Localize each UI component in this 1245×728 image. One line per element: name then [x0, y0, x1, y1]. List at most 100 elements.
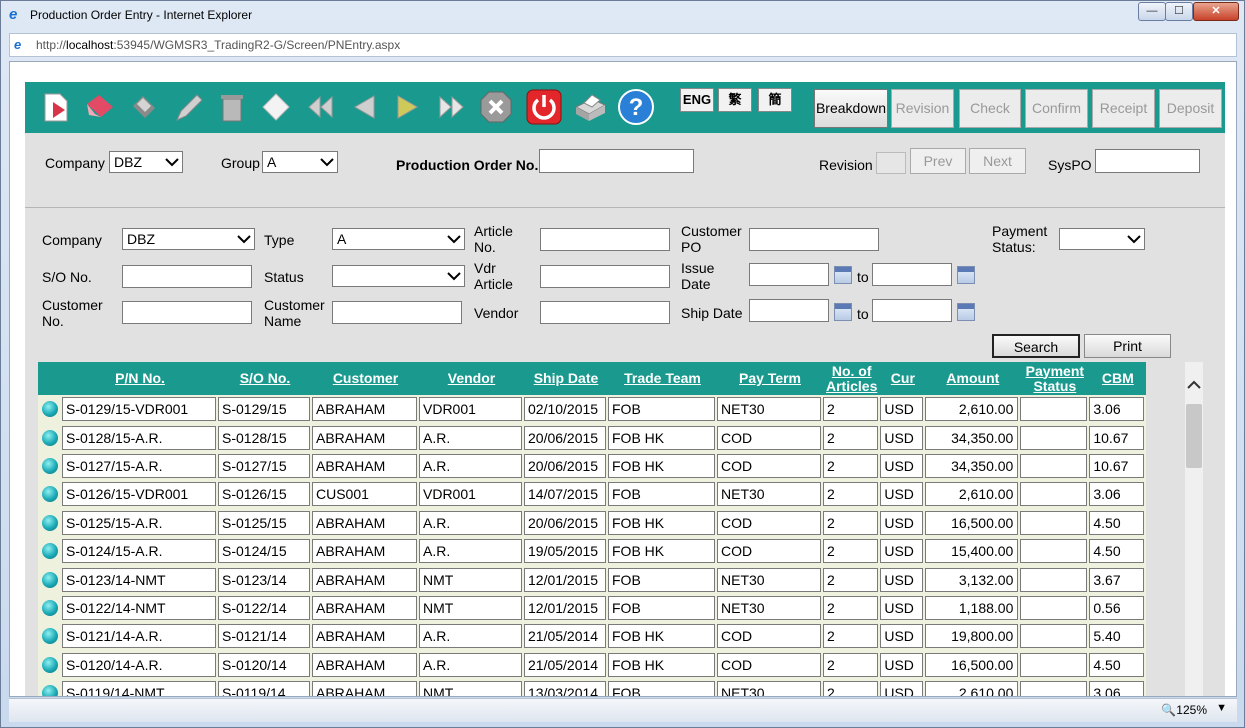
next-record-icon[interactable]	[389, 88, 427, 126]
select-row-icon[interactable]	[42, 486, 58, 503]
lang-simplified-button[interactable]: 簡	[758, 88, 792, 112]
check-button[interactable]: Check	[959, 89, 1021, 128]
prev-button[interactable]: Prev	[910, 148, 966, 174]
table-row[interactable]: S-0128/15-A.R. S-0128/15 ABRAHAM A.R. 20/06/…	[38, 423, 1146, 451]
ship-date-from-input[interactable]	[749, 299, 829, 322]
calendar-icon[interactable]	[834, 266, 852, 284]
select-row-icon[interactable]	[42, 685, 58, 696]
zoom-level[interactable]: 🔍125%	[1161, 703, 1207, 717]
deposit-button[interactable]: Deposit	[1159, 89, 1222, 128]
payment-status-select[interactable]	[1059, 228, 1145, 250]
revision-button[interactable]: Revision	[891, 89, 954, 128]
table-row[interactable]: S-0119/14-NMT S-0119/14 ABRAHAM NMT 13/03/20…	[38, 679, 1146, 696]
vendor-input[interactable]	[540, 301, 670, 324]
column-header-customer[interactable]: Customer	[312, 362, 419, 395]
select-row-icon[interactable]	[42, 599, 58, 616]
table-row[interactable]: S-0129/15-VDR001 S-0129/15 ABRAHAM VDR001 02…	[38, 395, 1146, 423]
filter-type-select[interactable]: A	[332, 228, 465, 250]
customer-po-input[interactable]	[749, 228, 879, 251]
table-row[interactable]: S-0121/14-A.R. S-0121/14 ABRAHAM A.R. 21/05/…	[38, 622, 1146, 650]
lang-traditional-button[interactable]: 繁	[718, 88, 752, 112]
search-button[interactable]: Search	[992, 334, 1080, 358]
column-header-ship-date[interactable]: Ship Date	[524, 362, 608, 395]
help-icon[interactable]: ?	[617, 88, 655, 126]
cell-so-no: S-0127/15	[218, 453, 310, 478]
cell-cur: USD	[880, 595, 924, 620]
column-header-so-no[interactable]: S/O No.	[218, 362, 312, 395]
scroll-up-icon[interactable]	[1185, 376, 1203, 394]
so-no-input[interactable]	[122, 265, 252, 288]
new-icon[interactable]	[37, 88, 75, 126]
scroll-thumb[interactable]	[1186, 404, 1202, 468]
delete-icon[interactable]	[213, 88, 251, 126]
header-group-label: Group	[221, 155, 260, 171]
calendar-icon[interactable]	[957, 303, 975, 321]
table-row[interactable]: S-0123/14-NMT S-0123/14 ABRAHAM NMT 12/01/20…	[38, 565, 1146, 593]
column-header-cbm[interactable]: CBM	[1089, 362, 1147, 395]
table-row[interactable]: S-0126/15-VDR001 S-0126/15 CUS001 VDR001 14/…	[38, 480, 1146, 508]
select-row-icon[interactable]	[42, 543, 58, 560]
filter-company-select[interactable]: DBZ	[122, 228, 255, 250]
production-order-no-input[interactable]	[539, 149, 694, 173]
select-row-icon[interactable]	[42, 514, 58, 531]
select-row-icon[interactable]	[42, 571, 58, 588]
calendar-icon[interactable]	[957, 266, 975, 284]
select-row-icon[interactable]	[42, 401, 58, 418]
confirm-button[interactable]: Confirm	[1025, 89, 1088, 128]
column-header-pn-no[interactable]: P/N No.	[62, 362, 218, 395]
last-record-icon[interactable]	[433, 88, 471, 126]
diamond-icon[interactable]	[257, 88, 295, 126]
table-row[interactable]: S-0125/15-A.R. S-0125/15 ABRAHAM A.R. 20/06/…	[38, 509, 1146, 537]
cell-payment-status	[1020, 397, 1088, 422]
copy-icon[interactable]	[125, 88, 163, 126]
erase-icon[interactable]	[81, 88, 119, 126]
maximize-button[interactable]: ☐	[1165, 2, 1193, 21]
edit-icon[interactable]	[169, 88, 207, 126]
vdr-article-input[interactable]	[540, 265, 670, 288]
calendar-icon[interactable]	[834, 303, 852, 321]
receipt-button[interactable]: Receipt	[1092, 89, 1155, 128]
select-row-icon[interactable]	[42, 656, 58, 673]
close-button[interactable]: ✕	[1193, 2, 1239, 21]
vertical-scrollbar[interactable]	[1185, 362, 1203, 696]
header-group-select[interactable]: A	[262, 151, 338, 173]
column-header-amount[interactable]: Amount	[925, 362, 1021, 395]
table-row[interactable]: S-0124/15-A.R. S-0124/15 ABRAHAM A.R. 19/05/…	[38, 537, 1146, 565]
print-icon[interactable]	[571, 88, 609, 126]
table-row[interactable]: S-0120/14-A.R. S-0120/14 ABRAHAM A.R. 21/05/…	[38, 651, 1146, 679]
syspo-input[interactable]	[1095, 149, 1200, 173]
previous-record-icon[interactable]	[345, 88, 383, 126]
customer-no-input[interactable]	[122, 301, 252, 324]
issue-date-from-input[interactable]	[749, 263, 829, 286]
customer-name-input[interactable]	[332, 301, 462, 324]
power-icon[interactable]	[525, 88, 563, 126]
ship-date-to-input[interactable]	[872, 299, 952, 322]
column-header-pay-term[interactable]: Pay Term	[717, 362, 823, 395]
column-header-vendor[interactable]: Vendor	[419, 362, 524, 395]
filter-company-value: DBZ	[127, 231, 155, 247]
column-header-trade-team[interactable]: Trade Team	[608, 362, 717, 395]
cancel-icon[interactable]	[477, 88, 515, 126]
column-header-no-of-articles[interactable]: No. of Articles	[823, 362, 881, 395]
chevron-down-icon[interactable]: ▼	[1216, 702, 1227, 714]
cell-no-of-articles: 2	[823, 595, 879, 620]
select-row-icon[interactable]	[42, 628, 58, 645]
next-button[interactable]: Next	[969, 148, 1026, 174]
select-row-icon[interactable]	[42, 429, 58, 446]
table-row[interactable]: S-0122/14-NMT S-0122/14 ABRAHAM NMT 12/01/20…	[38, 594, 1146, 622]
header-company-select[interactable]: DBZ	[109, 151, 183, 173]
issue-date-to-input[interactable]	[872, 263, 952, 286]
column-header-cur[interactable]: Cur	[880, 362, 926, 395]
minimize-button[interactable]: —	[1138, 2, 1166, 21]
column-header-payment-status[interactable]: Payment Status	[1020, 362, 1090, 395]
filter-status-select[interactable]	[332, 265, 465, 287]
lang-eng-button[interactable]: ENG	[680, 88, 714, 112]
first-record-icon[interactable]	[301, 88, 339, 126]
select-row-icon[interactable]	[42, 457, 58, 474]
print-button[interactable]: Print	[1084, 334, 1171, 358]
breakdown-button[interactable]: Breakdown	[814, 89, 888, 128]
cell-vendor: A.R.	[419, 624, 522, 649]
address-bar[interactable]: e http://localhost:53945/WGMSR3_TradingR…	[9, 33, 1237, 57]
table-row[interactable]: S-0127/15-A.R. S-0127/15 ABRAHAM A.R. 20/06/…	[38, 452, 1146, 480]
article-no-input[interactable]	[540, 228, 670, 251]
